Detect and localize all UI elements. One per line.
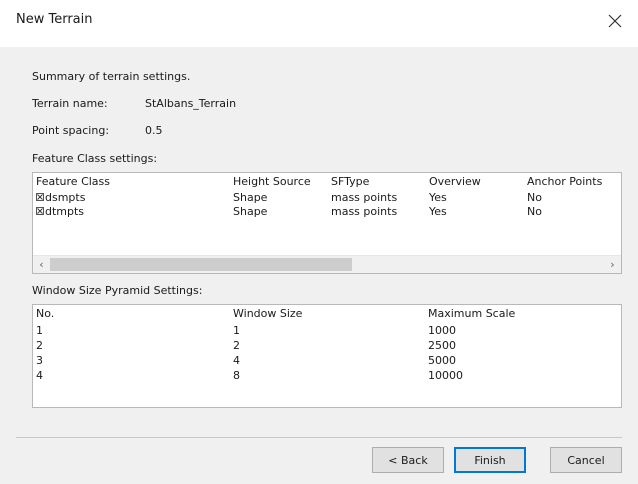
- column-header-sftype[interactable]: SFType: [331, 175, 369, 188]
- footer-divider: [16, 437, 622, 438]
- table-row[interactable]: 1 1 1000: [33, 324, 621, 338]
- maximum-scale-cell: 10000: [428, 369, 463, 382]
- column-header-window-size[interactable]: Window Size: [233, 307, 302, 320]
- feature-class-name: dsmpts: [45, 191, 86, 204]
- window-size-cell: 2: [233, 339, 240, 352]
- column-header-maximum-scale[interactable]: Maximum Scale: [428, 307, 515, 320]
- feature-class-cell: dtmpts: [36, 205, 84, 218]
- feature-class-settings-label: Feature Class settings:: [32, 152, 158, 165]
- point-spacing-label: Point spacing:: [32, 124, 110, 137]
- horizontal-scrollbar[interactable]: ‹ ›: [33, 255, 621, 273]
- sftype-cell: mass points: [331, 205, 398, 218]
- terrain-name-label: Terrain name:: [32, 97, 108, 110]
- anchor-points-cell: No: [527, 205, 542, 218]
- maximum-scale-cell: 5000: [428, 354, 456, 367]
- finish-button[interactable]: Finish: [454, 447, 526, 473]
- checkbox-checked-icon[interactable]: [36, 193, 44, 201]
- feature-class-name: dtmpts: [45, 205, 85, 218]
- overview-cell: Yes: [429, 191, 447, 204]
- table-row[interactable]: dsmpts Shape mass points Yes No: [33, 191, 621, 205]
- table-row[interactable]: 3 4 5000: [33, 354, 621, 368]
- column-header-no[interactable]: No.: [36, 307, 54, 320]
- close-button[interactable]: [598, 6, 632, 36]
- cancel-button[interactable]: Cancel: [550, 447, 622, 473]
- maximum-scale-cell: 2500: [428, 339, 456, 352]
- close-icon: [608, 14, 622, 28]
- window-title: New Terrain: [16, 12, 93, 27]
- no-cell: 3: [36, 354, 43, 367]
- table-row[interactable]: 4 8 10000: [33, 369, 621, 383]
- title-bar: New Terrain: [0, 0, 638, 47]
- column-header-height-source[interactable]: Height Source: [233, 175, 311, 188]
- no-cell: 4: [36, 369, 43, 382]
- scroll-left-icon[interactable]: ‹: [33, 256, 50, 273]
- feature-class-header-row: Feature Class Height Source SFType Overv…: [33, 175, 621, 189]
- window-size-pyramid-label: Window Size Pyramid Settings:: [32, 284, 203, 297]
- no-cell: 1: [36, 324, 43, 337]
- no-cell: 2: [36, 339, 43, 352]
- window-size-cell: 1: [233, 324, 240, 337]
- back-button[interactable]: < Back: [372, 447, 444, 473]
- scroll-right-icon[interactable]: ›: [604, 256, 621, 273]
- feature-class-cell: dsmpts: [36, 191, 85, 204]
- column-header-overview[interactable]: Overview: [429, 175, 481, 188]
- column-header-feature-class[interactable]: Feature Class: [36, 175, 110, 188]
- pyramid-header-row: No. Window Size Maximum Scale: [33, 307, 621, 321]
- window-size-pyramid-list[interactable]: No. Window Size Maximum Scale 1 1 1000 2…: [32, 304, 622, 408]
- height-source-cell: Shape: [233, 205, 268, 218]
- maximum-scale-cell: 1000: [428, 324, 456, 337]
- point-spacing-value: 0.5: [145, 124, 163, 137]
- column-header-anchor-points[interactable]: Anchor Points: [527, 175, 602, 188]
- checkbox-mark-icon: [37, 208, 43, 214]
- window-size-cell: 4: [233, 354, 240, 367]
- summary-heading: Summary of terrain settings.: [32, 70, 191, 83]
- sftype-cell: mass points: [331, 191, 398, 204]
- window-size-cell: 8: [233, 369, 240, 382]
- scrollbar-thumb[interactable]: [50, 258, 352, 271]
- table-row[interactable]: 2 2 2500: [33, 339, 621, 353]
- terrain-name-value: StAlbans_Terrain: [145, 97, 237, 110]
- new-terrain-dialog: New Terrain Summary of terrain settings.…: [0, 0, 638, 484]
- anchor-points-cell: No: [527, 191, 542, 204]
- height-source-cell: Shape: [233, 191, 268, 204]
- overview-cell: Yes: [429, 205, 447, 218]
- checkbox-mark-icon: [37, 194, 43, 200]
- feature-class-list[interactable]: Feature Class Height Source SFType Overv…: [32, 172, 622, 274]
- table-row[interactable]: dtmpts Shape mass points Yes No: [33, 205, 621, 219]
- checkbox-checked-icon[interactable]: [36, 207, 44, 215]
